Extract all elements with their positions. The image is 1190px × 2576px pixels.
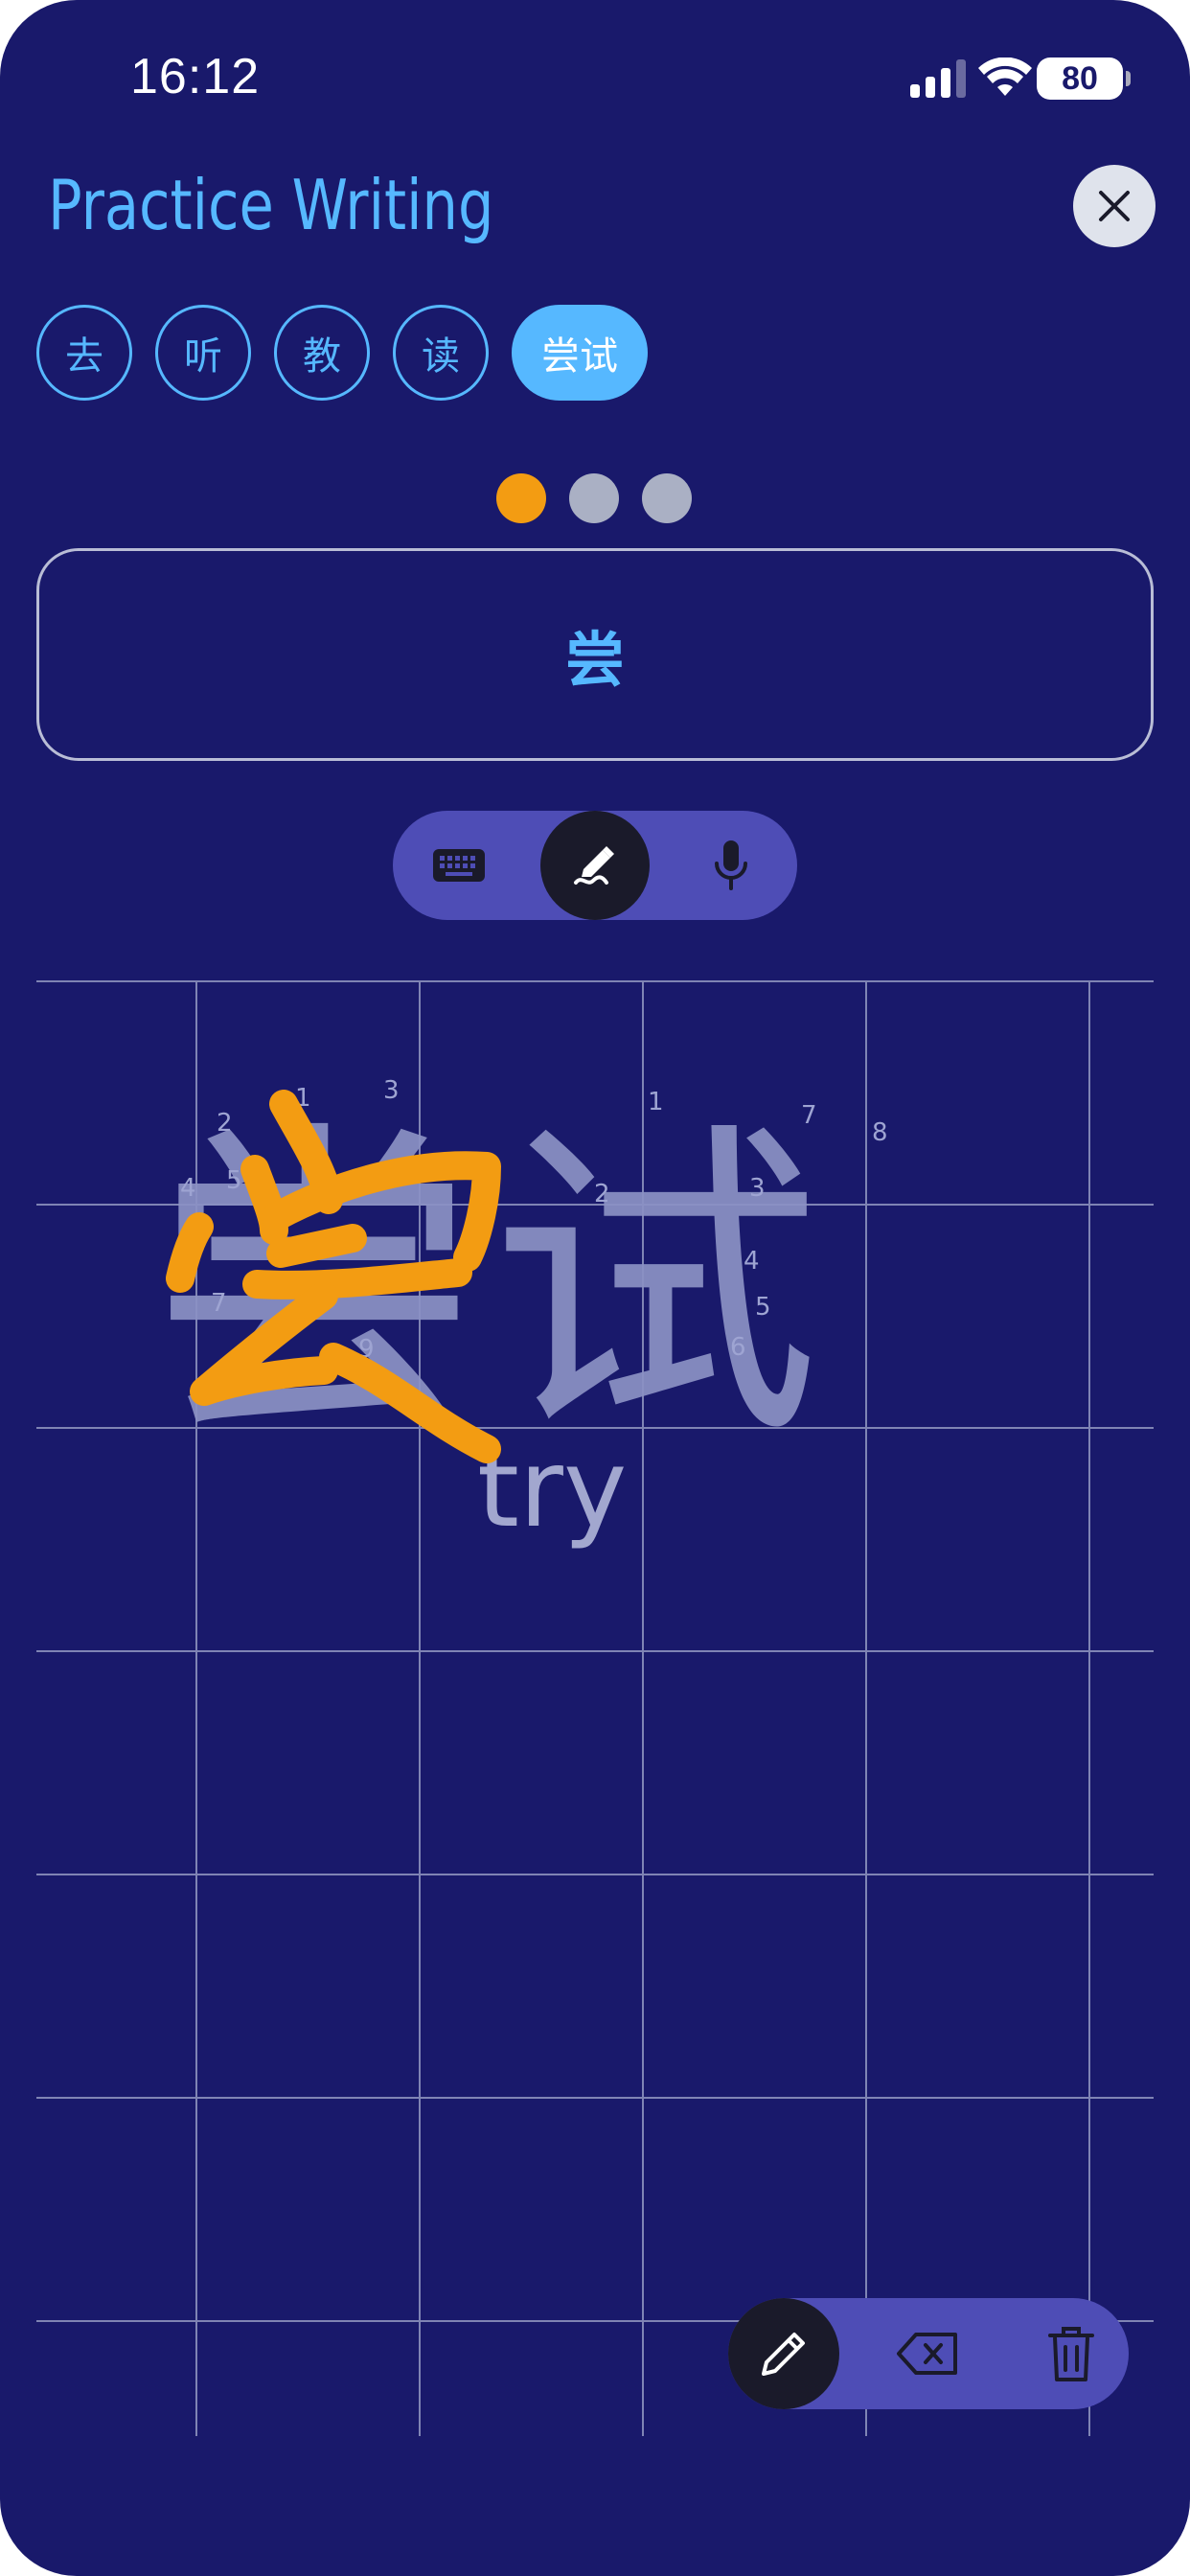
keyboard-icon <box>433 849 485 882</box>
close-icon <box>1099 191 1130 221</box>
stroke-number: 4 <box>180 1174 196 1203</box>
keyboard-mode-button[interactable] <box>404 811 514 920</box>
word-chip-active[interactable]: 尝试 <box>512 305 648 401</box>
word-chip[interactable]: 听 <box>155 305 251 401</box>
stroke-number: 7 <box>801 1101 817 1130</box>
handwriting-mode-button[interactable] <box>540 811 650 920</box>
stroke-number: 5 <box>226 1166 242 1195</box>
status-icons: 80 <box>874 56 1131 104</box>
progress-dot <box>642 473 692 523</box>
pencil-tool-button[interactable] <box>728 2298 839 2409</box>
voice-mode-button[interactable] <box>676 811 786 920</box>
cellular-signal-icon <box>910 59 966 98</box>
status-time: 16:12 <box>130 49 261 104</box>
backspace-icon <box>897 2333 957 2375</box>
progress-dot-current <box>496 473 546 523</box>
stroke-number: 5 <box>755 1293 771 1322</box>
progress-dot <box>569 473 619 523</box>
stroke-number: 7 <box>211 1289 227 1318</box>
close-button[interactable] <box>1073 165 1156 247</box>
backspace-button[interactable] <box>872 2298 983 2409</box>
writing-canvas[interactable]: 尝试 1 2 3 4 5 6 7 8 9 1 2 3 4 5 6 7 8 try <box>36 979 1154 2436</box>
handwriting-icon <box>574 846 614 885</box>
prompt-card: 尝 <box>36 548 1154 761</box>
page-title: Practice Writing <box>48 165 494 245</box>
trash-icon <box>1048 2327 1094 2381</box>
prompt-character: 尝 <box>564 625 625 695</box>
progress-dots <box>496 473 692 523</box>
stroke-number: 1 <box>648 1088 664 1116</box>
pencil-icon <box>762 2333 805 2376</box>
stroke-number: 4 <box>744 1247 760 1276</box>
stroke-number: 8 <box>872 1118 888 1147</box>
stroke-number: 2 <box>594 1180 610 1208</box>
writing-grid: 尝试 1 2 3 4 5 6 7 8 9 1 2 3 4 5 6 7 8 try <box>36 980 1154 2436</box>
word-chip[interactable]: 读 <box>393 305 489 401</box>
microphone-icon <box>715 840 747 890</box>
drawing-toolbar <box>728 2298 1129 2409</box>
stroke-number: 6 <box>730 1333 746 1362</box>
word-chip-list: 去 听 教 读 尝试 <box>36 305 648 401</box>
stroke-number: 3 <box>383 1076 400 1105</box>
stroke-number: 3 <box>749 1174 766 1203</box>
battery-icon: 80 <box>1037 58 1131 100</box>
word-chip[interactable]: 去 <box>36 305 132 401</box>
stroke-number: 2 <box>217 1109 233 1138</box>
clear-button[interactable] <box>1016 2298 1127 2409</box>
input-mode-toggle <box>393 811 797 920</box>
app-screen: 16:12 80 Practice Writing 去 听 教 读 尝试 尝 尝… <box>0 0 1190 2576</box>
word-chip[interactable]: 教 <box>274 305 370 401</box>
wifi-icon <box>978 58 1032 96</box>
